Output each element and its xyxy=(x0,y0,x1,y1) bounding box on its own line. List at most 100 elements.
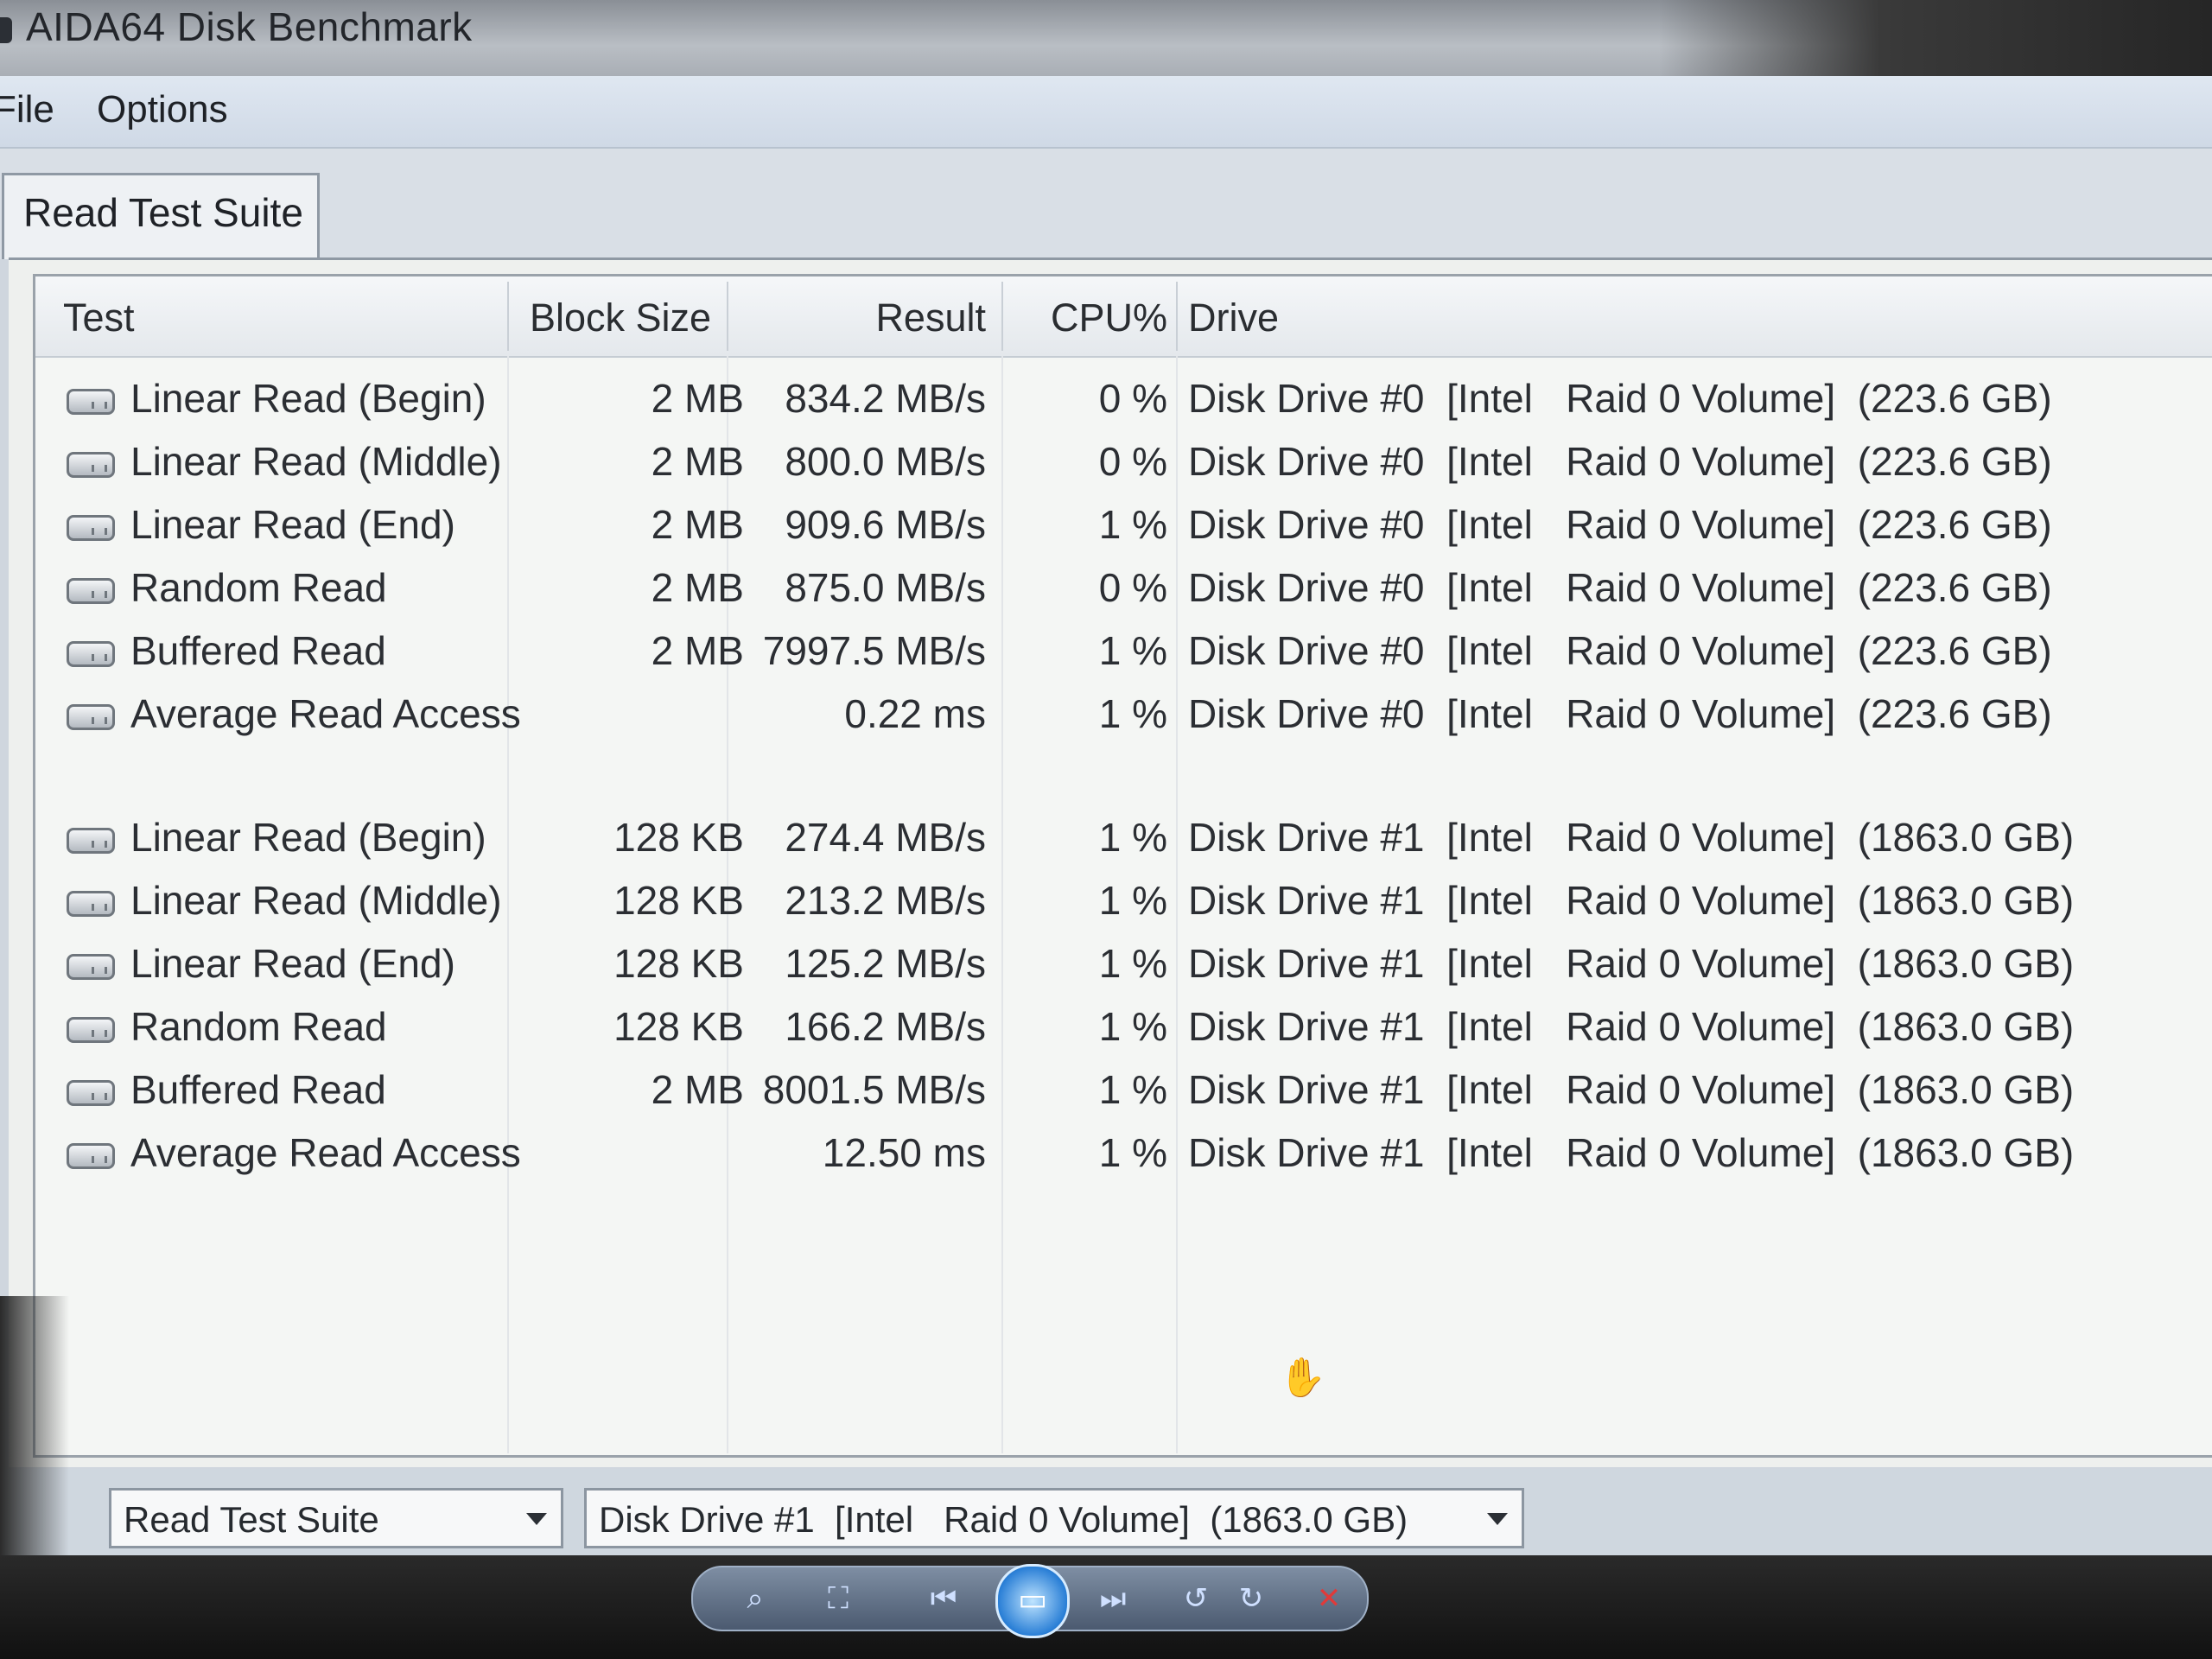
disk-drive-icon xyxy=(67,452,115,478)
disk-drive-icon xyxy=(67,1017,115,1043)
header-block-size[interactable]: Block Size xyxy=(530,296,711,340)
header-divider[interactable] xyxy=(1001,282,1003,351)
table-row[interactable]: Random Read 2 MB 875.0 MB/s 0 % Disk Drive #… xyxy=(35,556,2212,618)
app-icon xyxy=(0,17,12,43)
disk-drive-icon xyxy=(67,1080,115,1106)
cpu-usage-cell: 0 % xyxy=(1098,376,1167,421)
rotate-left-icon[interactable]: ↺ xyxy=(1179,1583,1213,1614)
drive-cell: Disk Drive #0 [Intel Raid 0 Volume] (223… xyxy=(1188,439,2052,484)
title-bar-shadow xyxy=(1659,0,2212,76)
list-header: Test Block Size Result CPU% Drive xyxy=(35,276,2212,358)
test-name-cell: Average Read Access xyxy=(130,1130,521,1175)
table-row[interactable]: Linear Read (Middle) 2 MB 800.0 MB/s 0 % Dis… xyxy=(35,429,2212,492)
cpu-usage-cell: 1 % xyxy=(1098,691,1167,736)
test-name-cell: Buffered Read xyxy=(130,628,386,673)
disk-drive-icon xyxy=(67,578,115,604)
table-row[interactable]: Random Read 128 KB 166.2 MB/s 1 % Disk Drive… xyxy=(35,995,2212,1057)
header-divider[interactable] xyxy=(727,282,728,351)
table-row[interactable]: Linear Read (Begin) 2 MB 834.2 MB/s 0 % Disk… xyxy=(35,366,2212,429)
result-cell: 125.2 MB/s xyxy=(785,941,986,986)
result-cell: 213.2 MB/s xyxy=(785,878,986,923)
table-row[interactable]: Linear Read (End) 128 KB 125.2 MB/s 1 % Disk… xyxy=(35,931,2212,994)
drive-select-value: Disk Drive #1 [Intel Raid 0 Volume] (186… xyxy=(599,1499,1408,1540)
drive-cell: Disk Drive #1 [Intel Raid 0 Volume] (186… xyxy=(1188,941,2075,986)
disk-drive-icon xyxy=(67,891,115,917)
cpu-usage-cell: 1 % xyxy=(1098,941,1167,986)
drive-cell: Disk Drive #0 [Intel Raid 0 Volume] (223… xyxy=(1188,691,2052,736)
slideshow-icon[interactable]: ▭ xyxy=(995,1564,1070,1638)
test-name-cell: Linear Read (End) xyxy=(130,502,455,547)
screen-bezel-shadow xyxy=(0,1296,69,1555)
table-row[interactable]: Linear Read (Begin) 128 KB 274.4 MB/s 1 % Di… xyxy=(35,805,2212,868)
tab-read-test-suite[interactable]: Read Test Suite xyxy=(2,173,320,259)
result-cell: 800.0 MB/s xyxy=(785,439,986,484)
table-row[interactable]: Linear Read (End) 2 MB 909.6 MB/s 1 % Disk D… xyxy=(35,493,2212,555)
cpu-usage-cell: 1 % xyxy=(1098,502,1167,547)
test-name-cell: Linear Read (Middle) xyxy=(130,878,502,923)
drive-cell: Disk Drive #1 [Intel Raid 0 Volume] (186… xyxy=(1188,815,2075,860)
drive-cell: Disk Drive #0 [Intel Raid 0 Volume] (223… xyxy=(1188,565,2052,610)
results-list[interactable]: Test Block Size Result CPU% Drive Linear… xyxy=(33,274,2212,1458)
drive-select[interactable]: Disk Drive #1 [Intel Raid 0 Volume] (186… xyxy=(584,1488,1524,1548)
table-row[interactable]: Average Read Access 12.50 ms 1 % Disk Drive… xyxy=(35,1121,2212,1183)
bottom-controls: Read Test Suite Disk Drive #1 [Intel Rai… xyxy=(0,1469,2212,1555)
cpu-usage-cell: 1 % xyxy=(1098,1067,1167,1112)
header-cpu[interactable]: CPU% xyxy=(1029,296,1167,340)
result-cell: 875.0 MB/s xyxy=(785,565,986,610)
chevron-down-icon[interactable] xyxy=(1487,1513,1508,1525)
result-cell: 166.2 MB/s xyxy=(785,1004,986,1049)
disk-drive-icon xyxy=(67,641,115,667)
test-name-cell: Linear Read (Begin) xyxy=(130,815,486,860)
table-row[interactable]: Linear Read (Middle) 128 KB 213.2 MB/s 1 % D… xyxy=(35,868,2212,931)
cpu-usage-cell: 1 % xyxy=(1098,1004,1167,1049)
header-test[interactable]: Test xyxy=(63,296,135,340)
result-cell: 834.2 MB/s xyxy=(785,376,986,421)
window-title: AIDA64 Disk Benchmark xyxy=(26,4,473,49)
table-row[interactable]: Buffered Read 2 MB 7997.5 MB/s 1 % Disk Driv… xyxy=(35,619,2212,681)
test-name-cell: Buffered Read xyxy=(130,1067,386,1112)
rotate-right-icon[interactable]: ↻ xyxy=(1234,1583,1268,1614)
delete-icon[interactable]: ✕ xyxy=(1312,1583,1346,1614)
disk-drive-icon xyxy=(67,389,115,415)
next-icon[interactable]: ⏭ xyxy=(1096,1583,1130,1614)
header-divider[interactable] xyxy=(507,282,509,351)
cpu-usage-cell: 0 % xyxy=(1098,439,1167,484)
cpu-usage-cell: 0 % xyxy=(1098,565,1167,610)
table-row[interactable]: Buffered Read 2 MB 8001.5 MB/s 1 % Disk Driv… xyxy=(35,1058,2212,1120)
cpu-usage-cell: 1 % xyxy=(1098,628,1167,673)
cpu-usage-cell: 1 % xyxy=(1098,1130,1167,1175)
drive-cell: Disk Drive #1 [Intel Raid 0 Volume] (186… xyxy=(1188,1130,2075,1175)
test-name-cell: Random Read xyxy=(130,1004,387,1049)
drive-cell: Disk Drive #1 [Intel Raid 0 Volume] (186… xyxy=(1188,1067,2075,1112)
viewer-controls: ⌕ ⛶ ⏮ ▭ ⏭ ↺ ↻ ✕ xyxy=(691,1564,1369,1638)
menu-options[interactable]: Options xyxy=(97,88,228,131)
result-cell: 7997.5 MB/s xyxy=(762,628,986,673)
header-result[interactable]: Result xyxy=(865,296,986,340)
drive-cell: Disk Drive #1 [Intel Raid 0 Volume] (186… xyxy=(1188,878,2075,923)
test-name-cell: Linear Read (Begin) xyxy=(130,376,486,421)
table-row[interactable]: Average Read Access 0.22 ms 1 % Disk Drive … xyxy=(35,682,2212,744)
disk-drive-icon xyxy=(67,704,115,730)
drive-cell: Disk Drive #0 [Intel Raid 0 Volume] (223… xyxy=(1188,376,2052,421)
results-panel: Test Block Size Result CPU% Drive Linear… xyxy=(9,257,2212,1467)
drive-cell: Disk Drive #0 [Intel Raid 0 Volume] (223… xyxy=(1188,502,2052,547)
test-suite-select[interactable]: Read Test Suite xyxy=(109,1488,563,1548)
chevron-down-icon[interactable] xyxy=(526,1513,547,1525)
header-divider[interactable] xyxy=(1176,282,1178,351)
zoom-icon[interactable]: ⌕ xyxy=(738,1583,772,1614)
previous-icon[interactable]: ⏮ xyxy=(926,1583,961,1614)
cpu-usage-cell: 1 % xyxy=(1098,815,1167,860)
disk-drive-icon xyxy=(67,954,115,980)
disk-drive-icon xyxy=(67,515,115,541)
title-bar: AIDA64 Disk Benchmark xyxy=(0,0,2212,76)
cpu-usage-cell: 1 % xyxy=(1098,878,1167,923)
hand-cursor-icon: ✋ xyxy=(1279,1356,1326,1400)
test-name-cell: Linear Read (End) xyxy=(130,941,455,986)
fit-icon[interactable]: ⛶ xyxy=(821,1583,855,1614)
menu-bar: File Options xyxy=(0,76,2212,149)
header-drive[interactable]: Drive xyxy=(1188,296,1279,340)
menu-file[interactable]: File xyxy=(0,88,54,131)
result-cell: 0.22 ms xyxy=(844,691,986,736)
tab-label: Read Test Suite xyxy=(23,190,303,235)
result-cell: 909.6 MB/s xyxy=(785,502,986,547)
